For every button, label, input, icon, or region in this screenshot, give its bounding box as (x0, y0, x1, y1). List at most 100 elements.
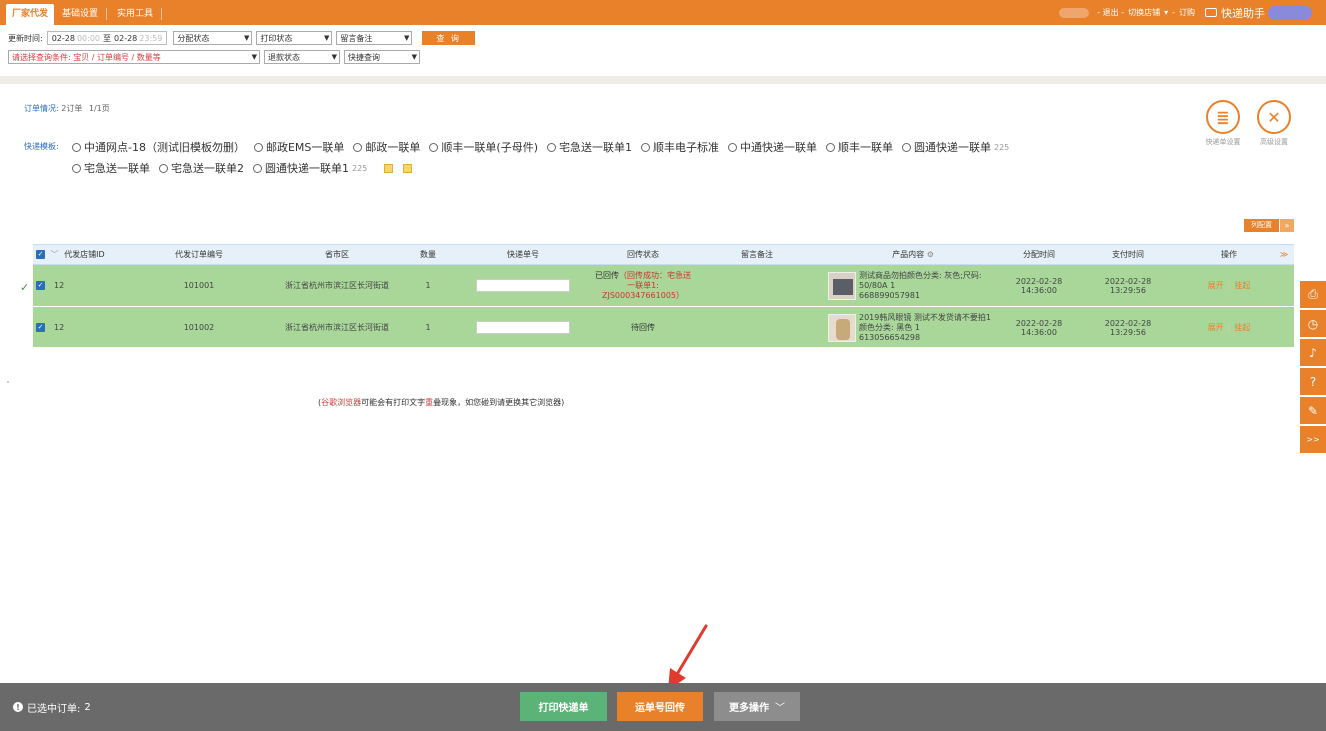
print-status-select[interactable]: 打印状态 ▼ (256, 31, 333, 45)
radio-icon (641, 142, 650, 152)
switch-shop-link[interactable]: 切换店铺 (1128, 7, 1160, 18)
chevron-down-icon[interactable]: ﹀ (51, 250, 59, 259)
radio-icon (547, 142, 556, 152)
waybill-input[interactable] (476, 279, 570, 292)
template-option[interactable]: 邮政一联单 (353, 139, 420, 155)
print-waybill-button[interactable]: 打印快递单 (520, 692, 607, 721)
row-checkbox-cell: ✓ 12 (36, 307, 66, 348)
order-subscribe-link[interactable]: 订购 (1179, 7, 1195, 18)
template-option[interactable]: 顺丰电子标准 (641, 139, 719, 155)
product-code: 613056654298 (859, 332, 921, 342)
refund-status-value: 退款状态 (268, 52, 300, 62)
hang-up-link[interactable]: 挂起 (1234, 322, 1250, 333)
advanced-settings-button[interactable]: ✕ 高级设置 (1250, 100, 1298, 147)
hang-up-link[interactable]: 挂起 (1234, 280, 1250, 291)
template-name: 顺丰一联单(子母件) (441, 141, 538, 154)
waybill-input[interactable] (476, 321, 570, 334)
template-option[interactable]: 中通网点-18（测试旧模板勿删） (72, 139, 245, 155)
qty: 1 (425, 281, 431, 290)
remark-select[interactable]: 留言备注 ▼ (336, 31, 413, 45)
template-option[interactable]: 中通快递一联单 (728, 139, 817, 155)
selected-label: 已选中订单: (27, 703, 81, 715)
query-condition-select[interactable]: 请选择查询条件: 宝贝 / 订单编号 / 数量等 ▼ (8, 50, 260, 64)
header-product: 产品内容 ⚙ (863, 245, 963, 265)
selected-count: ! 已选中订单: 2 (13, 683, 91, 731)
template-count: 225 (994, 142, 1010, 152)
notice-mid: 可能会有打印文字 (361, 398, 426, 407)
header-remark: 留言备注 (741, 250, 773, 259)
bell-icon[interactable]: ♪ (1300, 339, 1326, 366)
header-shop-id: ✓ ﹀ 代发店铺ID (36, 245, 116, 265)
column-config-button[interactable]: 列配置 (1244, 219, 1279, 232)
avatar[interactable] (1268, 5, 1312, 20)
order-count: 2订单 (61, 104, 83, 113)
row-checkbox[interactable]: ✓ (36, 281, 45, 290)
upload-tracking-button[interactable]: 运单号回传 (617, 692, 703, 721)
date-range-input[interactable]: 02-28 00:00 至 02-28 23:59 (46, 31, 168, 45)
template-option[interactable]: 宅急送一联单1 (547, 139, 632, 155)
chevron-down-icon: ▼ (331, 53, 337, 61)
radio-icon (159, 163, 168, 173)
notice-post: 叠现象，如您碰到请更换其它浏览器) (433, 398, 565, 407)
column-config[interactable]: 列配置 » (1244, 219, 1294, 232)
template-option[interactable]: 宅急送一联单 (72, 160, 150, 176)
product-desc: 测试商品勿拍颜色分类: 灰色;尺码: 50/80A 1 (859, 270, 982, 290)
more-actions-button[interactable]: 更多操作 ﹀ (714, 692, 800, 721)
product-thumbnail[interactable] (828, 313, 856, 342)
select-all-checkbox[interactable]: ✓ (36, 250, 45, 259)
printer-icon[interactable]: ⎙ (1300, 281, 1326, 308)
chevron-down-icon[interactable]: ▾ (1164, 8, 1168, 17)
template-name: 中通快递一联单 (740, 141, 817, 154)
template-name: 邮政一联单 (365, 141, 421, 154)
product-thumbnail[interactable] (828, 271, 856, 300)
selected-number: 2 (84, 701, 91, 713)
template-name: 圆通快递一联单1 (265, 162, 349, 175)
header-status: 回传状态 (627, 250, 659, 259)
pay-time: 2022-02-28 13:29:56 (1104, 276, 1152, 295)
collapse-icon[interactable]: ≫ (1276, 245, 1292, 265)
tab-factory-dropship[interactable]: 厂家代发 (6, 4, 55, 25)
add-template-icon[interactable] (384, 163, 394, 173)
pay-time: 2022-02-28 13:29:56 (1104, 318, 1152, 337)
return-status: 待回传 (631, 323, 655, 332)
date-to: 02-28 (114, 33, 138, 43)
edit-icon[interactable]: ✎ (1300, 397, 1326, 424)
shop-id: 12 (54, 323, 65, 332)
template-option[interactable]: 圆通快递一联单 225 (902, 139, 1009, 155)
advanced-settings-label: 高级设置 (1260, 138, 1288, 146)
template-option[interactable]: 宅急送一联单2 (159, 160, 244, 176)
alloc-status-select[interactable]: 分配状态 ▼ (173, 31, 253, 45)
notice-browser: 谷歌浏览器 (321, 398, 362, 407)
template-list-row-2: 宅急送一联单 宅急送一联单2 圆通快递一联单1 225 (72, 160, 413, 176)
template-option[interactable]: 圆通快递一联单1 225 (253, 160, 367, 176)
edit-template-icon[interactable] (403, 163, 413, 173)
query-button[interactable]: 查 询 (422, 31, 475, 45)
row-checkbox[interactable]: ✓ (36, 323, 45, 332)
table-row[interactable]: ✓ 12 101002 浙江省杭州市滨江区长河街道 1 待回传 2019韩风眼镜… (33, 306, 1294, 347)
refund-status-select[interactable]: 退款状态 ▼ (264, 50, 340, 64)
express-helper-logo[interactable]: 快递助手 (1205, 5, 1312, 21)
expand-link[interactable]: 展开 (1208, 280, 1224, 291)
tab-basic-settings[interactable]: 基础设置 (56, 4, 104, 25)
logout-link[interactable]: - 退出 - (1097, 7, 1124, 18)
table-row[interactable]: ✓ 12 101001 浙江省杭州市滨江区长河街道 1 已回传（回传成功：宅急送… (33, 265, 1294, 306)
tab-utilities[interactable]: 实用工具 (111, 4, 159, 25)
order-no: 101002 (183, 323, 215, 332)
tab-divider (161, 8, 163, 20)
quick-query-select[interactable]: 快捷查询 ▼ (344, 50, 420, 64)
template-label: 快递模板: (24, 142, 59, 151)
annotation-arrow (668, 624, 708, 690)
gear-icon[interactable]: ⚙ (927, 250, 934, 259)
help-icon[interactable]: ? (1300, 368, 1326, 395)
expand-icon[interactable]: » (1280, 219, 1294, 232)
expand-link[interactable]: 展开 (1208, 322, 1224, 333)
waybill-settings-button[interactable]: ≣ 快递单设置 (1199, 100, 1247, 147)
template-option[interactable]: 邮政EMS一联单 (253, 139, 344, 155)
template-option[interactable]: 顺丰一联单(子母件) (429, 139, 538, 155)
bottom-action-bar: ! 已选中订单: 2 打印快递单 运单号回传 更多操作 ﹀ (0, 683, 1326, 731)
collapse-dock-icon[interactable]: >> (1300, 426, 1326, 453)
time-to: 23:59 (139, 33, 163, 43)
clock-icon[interactable]: ◷ (1300, 310, 1326, 337)
template-option[interactable]: 顺丰一联单 (826, 139, 893, 155)
status-main: 已回传 (595, 270, 619, 280)
